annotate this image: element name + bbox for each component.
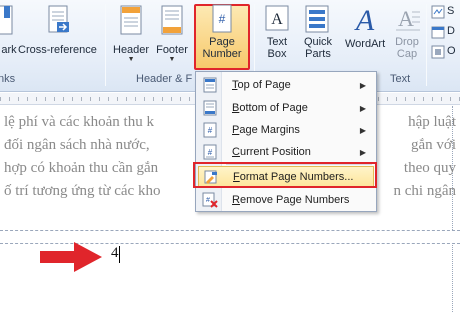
header-label: Header: [113, 44, 150, 56]
drop-cap-icon: A: [396, 6, 420, 31]
chevron-right-icon: ▶: [359, 80, 366, 90]
group-divider: [426, 4, 427, 86]
object-button[interactable]: O: [431, 45, 456, 62]
wordart-label: WordArt: [345, 38, 386, 50]
object-icon: [431, 45, 445, 59]
page-number-menu: Top of Page ▶ Bottom of Page ▶ # Page Ma…: [195, 71, 377, 212]
bookmark-label: ark: [1, 44, 17, 56]
doc-line-1-right: hập luật: [408, 114, 456, 130]
signature-line-label: S: [447, 5, 455, 17]
page-margins-icon: #: [203, 122, 217, 138]
chevron-right-icon: ▶: [359, 103, 366, 113]
red-arrow-icon: [40, 242, 102, 272]
doc-line-4-right: n chi ngân: [393, 183, 456, 199]
svg-text:A: A: [398, 6, 414, 31]
doc-line-3-left: hợp có khoản thu cần gắn: [4, 160, 159, 176]
chevron-right-icon: ▶: [359, 147, 366, 157]
bookmark-icon: [0, 5, 13, 35]
menu-item-page-margins[interactable]: # Page Margins ▶: [198, 119, 374, 141]
header-footer-group-label: Header & F: [136, 73, 193, 85]
menu-item-remove-page-numbers[interactable]: # Remove Page Numbers: [198, 189, 374, 211]
page-number-icon: #: [212, 4, 232, 33]
doc-line-4-left: ố trí tương ứng từ các kho: [4, 183, 161, 199]
footer-page-number[interactable]: 4: [111, 245, 119, 262]
menu-label-current-position: Current Position: [232, 146, 311, 158]
drop-cap-button[interactable]: A Drop Cap: [392, 4, 422, 60]
text-box-label-1: Text: [266, 36, 288, 48]
date-time-label: D: [447, 25, 455, 37]
format-page-numbers-highlight: [193, 162, 377, 188]
doc-line-2-right: gắn với: [410, 137, 456, 153]
bookmark-button[interactable]: ark: [0, 4, 20, 56]
menu-item-bottom-of-page[interactable]: Bottom of Page ▶: [198, 97, 374, 119]
footer-label: Footer: [156, 44, 188, 56]
wordart-button[interactable]: A WordArt: [345, 4, 385, 50]
svg-text:#: #: [208, 148, 213, 157]
text-box-button[interactable]: A Text Box: [262, 4, 292, 60]
page-number-label-1: Page: [209, 36, 235, 48]
svg-text:#: #: [219, 12, 226, 26]
remove-page-numbers-icon: #: [202, 192, 218, 208]
page-bottom-icon: [203, 100, 217, 116]
chevron-down-icon: ▼: [127, 56, 135, 63]
footer-button[interactable]: Footer ▼: [154, 4, 190, 63]
text-box-icon: A: [265, 5, 289, 31]
links-group-label: nks: [0, 73, 16, 85]
signature-line-icon: [431, 5, 445, 19]
menu-label-top-of-page: Top of Page: [232, 79, 291, 91]
menu-label-page-margins: Page Margins: [232, 124, 300, 136]
text-box-label-2: Box: [267, 48, 287, 60]
quick-parts-label-2: Parts: [305, 48, 331, 60]
svg-text:#: #: [206, 197, 210, 204]
drop-cap-label-1: Drop: [395, 36, 419, 48]
svg-text:#: #: [208, 126, 213, 135]
signature-line-button[interactable]: S: [431, 5, 454, 22]
text-group-label: Text: [390, 73, 411, 85]
menu-label-bottom-of-page: Bottom of Page: [232, 102, 308, 114]
page-number-label-2: Number: [202, 48, 242, 60]
cross-reference-label: Cross-reference: [18, 44, 97, 56]
calendar-icon: [431, 26, 445, 39]
cross-reference-button[interactable]: Cross-reference: [18, 4, 97, 56]
quick-parts-label-1: Quick: [303, 36, 333, 48]
wordart-icon: A: [354, 4, 375, 34]
doc-line-2-left: đối ngân sách nhà nước,: [4, 137, 150, 153]
date-time-button[interactable]: D: [431, 25, 455, 42]
quick-parts-button[interactable]: Quick Parts: [302, 4, 334, 60]
chevron-right-icon: ▶: [359, 125, 366, 135]
svg-text:A: A: [354, 4, 375, 34]
doc-line-1-left: lệ phí và các khoản thu k: [4, 114, 154, 130]
page-top-icon: [203, 77, 217, 93]
chevron-down-icon: ▼: [168, 56, 176, 63]
menu-label-remove-page-numbers: Remove Page Numbers: [232, 194, 350, 206]
header-icon: [120, 5, 142, 35]
header-button[interactable]: Header ▼: [113, 4, 149, 63]
cross-reference-icon: [48, 5, 70, 33]
doc-line-3-right: theo quy: [403, 160, 456, 176]
object-label: O: [447, 45, 456, 57]
drop-cap-label-2: Cap: [396, 48, 418, 60]
footer-icon: [161, 5, 183, 35]
current-position-icon: #: [203, 144, 217, 160]
menu-item-top-of-page[interactable]: Top of Page ▶: [198, 74, 374, 96]
page-number-button[interactable]: # Page Number: [196, 4, 248, 60]
group-divider: [105, 4, 106, 86]
svg-text:A: A: [271, 11, 283, 28]
text-cursor: [119, 246, 120, 263]
quick-parts-icon: [305, 5, 329, 33]
menu-item-current-position[interactable]: # Current Position ▶: [198, 141, 374, 163]
